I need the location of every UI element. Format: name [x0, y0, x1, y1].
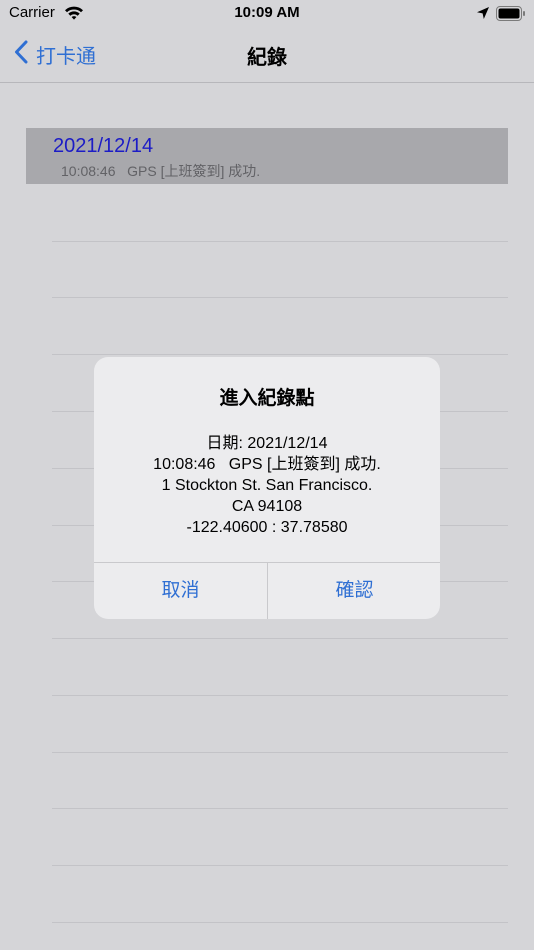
battery-icon: [496, 6, 526, 26]
page-title: 紀錄: [247, 47, 287, 69]
alert-dialog: 進入紀錄點 日期: 2021/12/14 10:08:46 GPS [上班簽到]…: [94, 357, 440, 619]
alert-message-address: 1 Stockton St. San Francisco.: [161, 477, 373, 494]
location-arrow-icon: [476, 6, 490, 25]
alert-message: 日期: 2021/12/14 10:08:46 GPS [上班簽到] 成功. 1…: [94, 433, 440, 538]
row-separator: [52, 638, 508, 639]
record-date: 2021/12/14: [53, 135, 154, 157]
alert-title: 進入紀錄點: [219, 388, 315, 409]
confirm-button[interactable]: 確認: [268, 563, 440, 619]
alert-message-date: 日期: 2021/12/14: [206, 435, 328, 452]
row-separator: [52, 865, 508, 866]
record-detail: 10:08:46 GPS [上班簽到] 成功.: [61, 163, 261, 179]
navigation-bar: 打卡通 紀錄: [0, 28, 534, 83]
row-separator: [52, 922, 508, 923]
row-separator: [52, 695, 508, 696]
row-separator: [52, 241, 508, 242]
alert-message-zip: CA 94108: [231, 498, 303, 515]
row-separator: [52, 808, 508, 809]
alert-message-status: 10:08:46 GPS [上班簽到] 成功.: [153, 456, 381, 473]
alert-message-coordinates: -122.40600 : 37.78580: [186, 519, 348, 536]
row-separator: [52, 752, 508, 753]
status-time: 10:09 AM: [234, 4, 300, 21]
row-separator: [52, 354, 508, 355]
status-bar: Carrier 10:09 AM: [0, 0, 534, 28]
row-separator: [52, 297, 508, 298]
cancel-button[interactable]: 取消: [94, 563, 267, 619]
record-row[interactable]: 2021/12/14 10:08:46 GPS [上班簽到] 成功.: [26, 128, 508, 184]
